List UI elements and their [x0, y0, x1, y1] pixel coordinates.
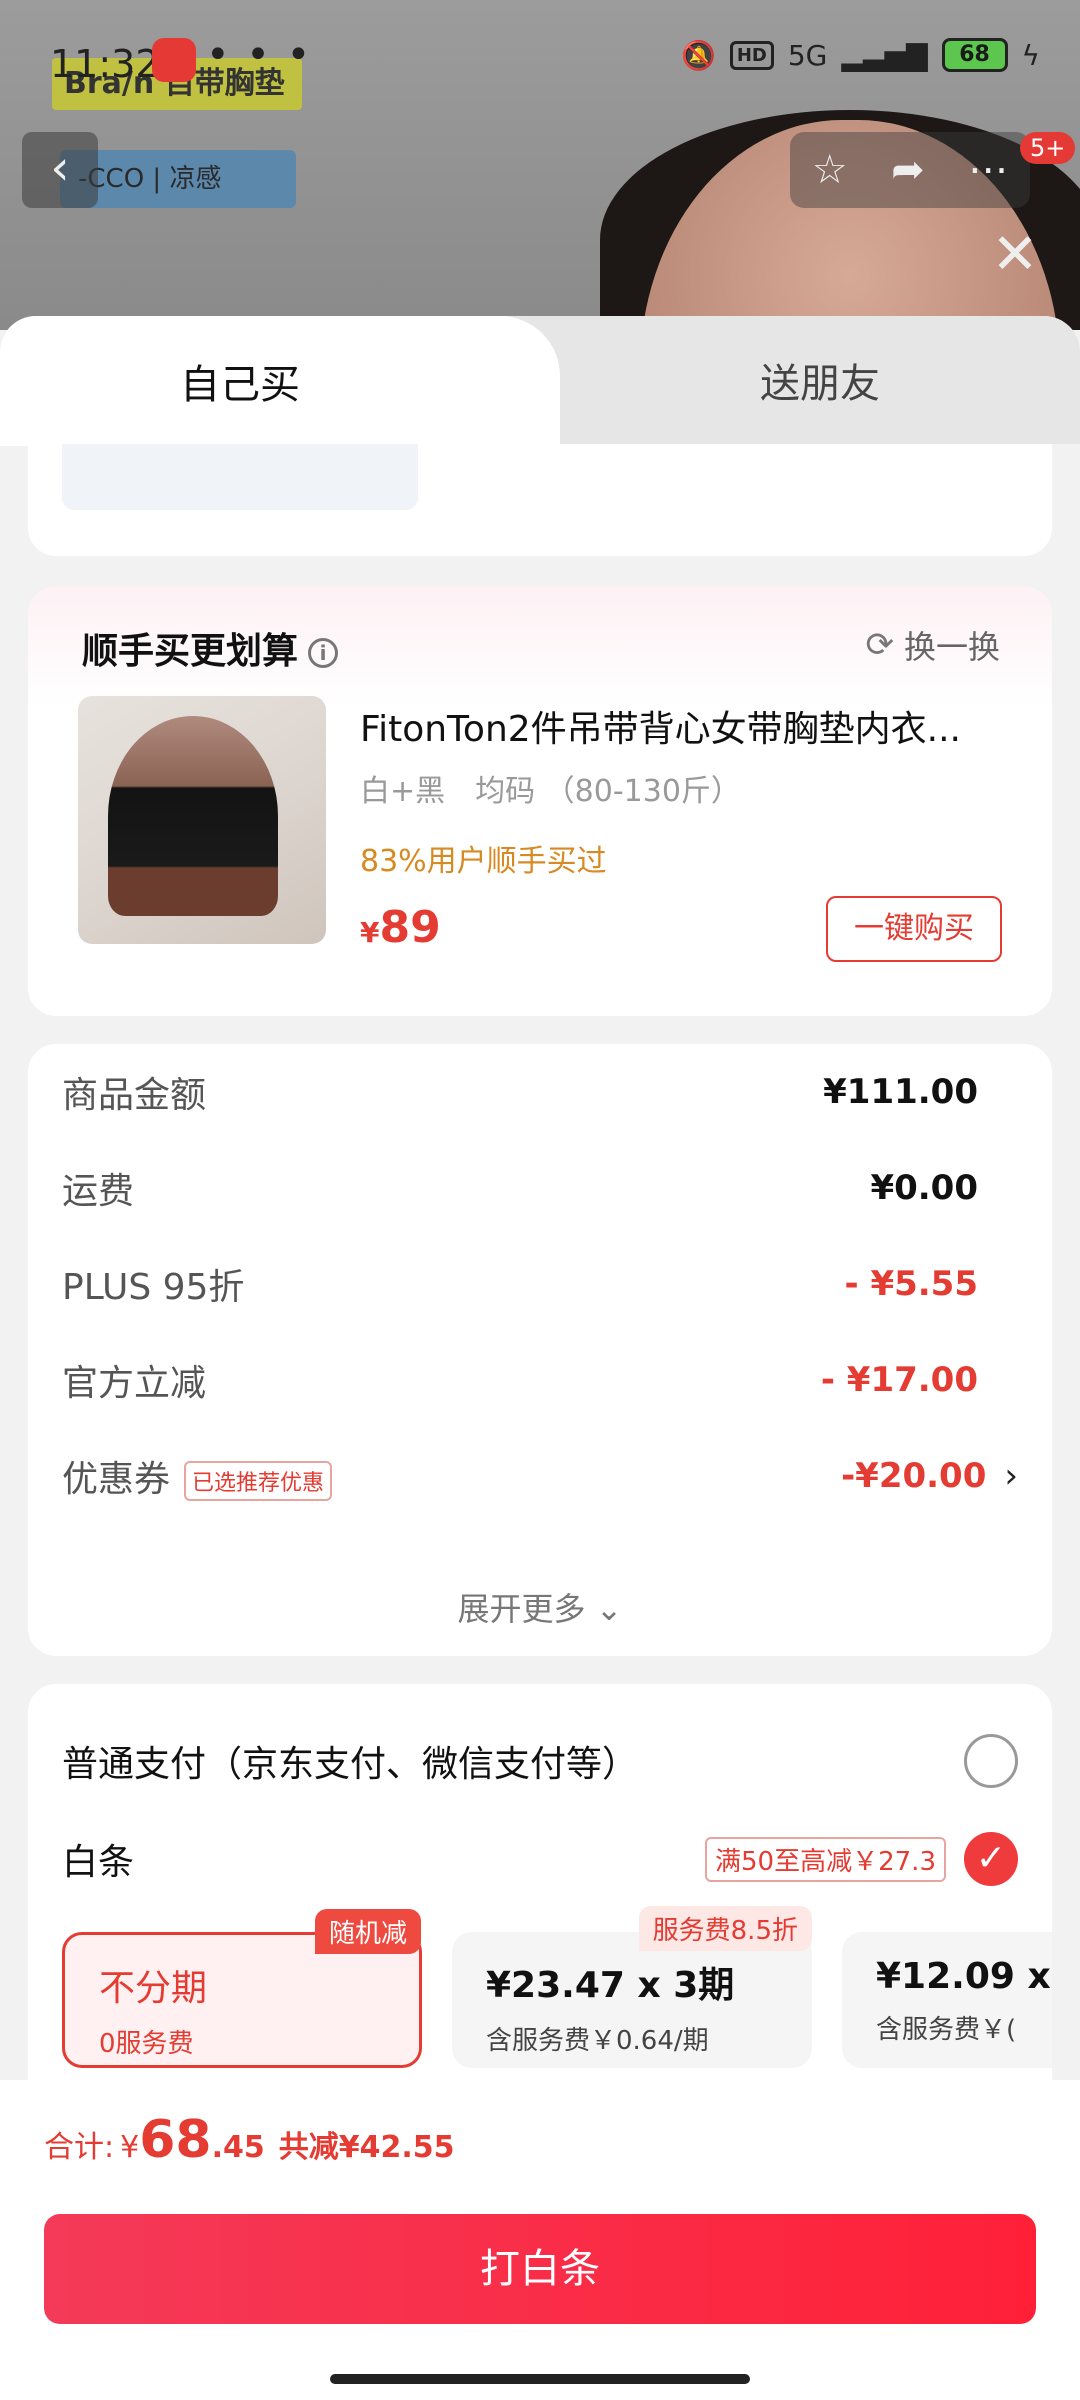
row-value: - ¥5.55 [844, 1264, 979, 1304]
info-icon[interactable]: i [308, 638, 339, 668]
previous-section-pill [62, 444, 418, 510]
installment-tag: 随机减 [314, 1909, 421, 1954]
total-amount-dec: .45 [211, 2130, 265, 2165]
row-label: 官方立减 [62, 1363, 207, 1404]
bundle-recommendation-card: 顺手买更划算 i ⟳ 换一换 FitonTon2件吊带背心女带胸垫内衣... 白+… [28, 586, 1052, 1016]
installment-sub: 含服务费￥( [876, 2015, 1017, 2045]
row-item-amount: 商品金额 ¥111.00 [62, 1062, 1018, 1122]
app-notification-icon [152, 38, 196, 82]
pay-with-baitiao-button[interactable]: 打白条 [44, 2214, 1036, 2324]
row-shipping: 运费 ¥0.00 [62, 1158, 1018, 1218]
mute-icon: 🔕 [680, 38, 716, 72]
order-total: 合计: ¥ 68 .45 共减¥42.55 [44, 2110, 455, 2170]
row-value: -¥20.00 [841, 1456, 987, 1496]
previous-section-card [28, 444, 1052, 556]
tab-gift-to-friend[interactable]: 送朋友 [560, 316, 1080, 444]
price-currency: ¥ [360, 916, 380, 949]
payment-option-baitiao[interactable]: 白条 满50至高减￥27.3 ✓ [62, 1824, 1018, 1894]
baitiao-promo-tag: 满50至高减￥27.3 [705, 1836, 946, 1882]
total-currency: ¥ [120, 2130, 140, 2165]
share-icon[interactable]: ➦ [891, 147, 925, 193]
product-buy-rate: 83%用户顺手买过 [360, 844, 607, 879]
coupon-tag: 已选推荐优惠 [184, 1461, 333, 1501]
home-indicator [330, 2374, 750, 2384]
swap-button[interactable]: ⟳ 换一换 [865, 622, 1000, 668]
product-image[interactable] [78, 696, 326, 944]
bundle-title-text: 顺手买更划算 [82, 631, 299, 672]
price-value: 89 [379, 902, 441, 953]
installment-main: 不分期 [99, 1968, 208, 2009]
signal-icon: ▂▃▅▇ [841, 38, 928, 72]
payment-normal-label: 普通支付（京东支付、微信支付等） [62, 1744, 639, 1785]
installment-option-3[interactable]: 服务费8.5折 ¥23.47 x 3期 含服务费￥0.64/期 [452, 1906, 812, 2068]
installment-option-none[interactable]: 随机减 不分期 0服务费 [62, 1909, 422, 2068]
status-icons: 🔕 HD 5G ▂▃▅▇ 68 ϟ [681, 38, 1040, 72]
checkout-footer: 合计: ¥ 68 .45 共减¥42.55 打白条 [0, 2080, 1080, 2400]
coupon-label: 优惠券 [62, 1459, 171, 1500]
expand-more-button[interactable]: 展开更多 ⌄ [28, 1584, 1052, 1630]
network-label: 5G [787, 38, 828, 72]
radio-checked-icon[interactable]: ✓ [964, 1832, 1018, 1886]
row-label: 商品金额 [62, 1075, 207, 1116]
close-icon[interactable]: ✕ [990, 227, 1040, 283]
swap-label: 换一换 [903, 628, 1000, 666]
radio-unchecked-icon[interactable] [964, 1734, 1018, 1788]
bundle-title: 顺手买更划算 i [82, 622, 339, 674]
back-button[interactable]: ‹ [22, 132, 98, 208]
installment-option-more[interactable]: ¥12.09 x 含服务费￥( [842, 1932, 1052, 2068]
coupon-value-group: -¥20.00 › [841, 1456, 1018, 1496]
product-spec: 白+黑 均码 （80-130斤） [360, 774, 741, 809]
charging-icon: ϟ [1021, 38, 1040, 72]
chevron-right-icon: › [1004, 1456, 1018, 1496]
total-savings: 共减¥42.55 [278, 2130, 455, 2165]
hd-icon: HD [729, 40, 774, 70]
installment-sub: 含服务费￥0.64/期 [486, 2026, 709, 2056]
price-breakdown-card: 商品金额 ¥111.00 运费 ¥0.00 PLUS 95折 - ¥5.55 官… [28, 1044, 1052, 1656]
row-official-discount: 官方立减 - ¥17.00 [62, 1350, 1018, 1410]
row-plus-discount: PLUS 95折 - ¥5.55 [62, 1254, 1018, 1314]
installment-sub: 0服务费 [99, 2029, 194, 2059]
purchase-tabs: 自己买 送朋友 [0, 316, 1080, 446]
installment-main: ¥23.47 x 3期 [486, 1965, 735, 2006]
installment-tag: 服务费8.5折 [638, 1906, 812, 1951]
message-count-badge: 5+ [1020, 132, 1076, 164]
row-value: - ¥17.00 [820, 1360, 978, 1400]
row-value: ¥0.00 [870, 1168, 978, 1208]
row-label: 优惠券 已选推荐优惠 [62, 1450, 333, 1502]
row-coupon[interactable]: 优惠券 已选推荐优惠 -¥20.00 › [62, 1446, 1018, 1506]
more-icon[interactable]: ⋯ [968, 147, 1008, 193]
total-amount-int: 68 [139, 2110, 212, 2170]
product-name[interactable]: FitonTon2件吊带背心女带胸垫内衣... [360, 700, 1020, 752]
payment-option-normal[interactable]: 普通支付（京东支付、微信支付等） [62, 1726, 1018, 1796]
row-value: ¥111.00 [823, 1072, 978, 1112]
status-more-icon: • • • [206, 32, 313, 78]
installment-main: ¥12.09 x [876, 1956, 1051, 1997]
tab-buy-for-self[interactable]: 自己买 [0, 316, 560, 446]
one-click-buy-button[interactable]: 一键购买 [826, 896, 1002, 962]
row-label: 运费 [62, 1171, 135, 1212]
baitiao-right-group: 满50至高减￥27.3 ✓ [705, 1832, 1018, 1886]
battery-icon: 68 [941, 38, 1008, 72]
refresh-icon: ⟳ [865, 625, 894, 665]
status-time: 11:32 [50, 42, 160, 86]
page-actions: ☆ ➦ ⋯ [790, 132, 1030, 208]
row-label: PLUS 95折 [62, 1267, 245, 1308]
status-bar: 11:32 • • • 🔕 HD 5G ▂▃▅▇ 68 ϟ [0, 30, 1080, 90]
favorite-star-icon[interactable]: ☆ [812, 147, 848, 193]
payment-baitiao-label: 白条 [62, 1842, 135, 1883]
product-price: ¥89 [360, 902, 441, 953]
total-label: 合计: [44, 2130, 115, 2165]
